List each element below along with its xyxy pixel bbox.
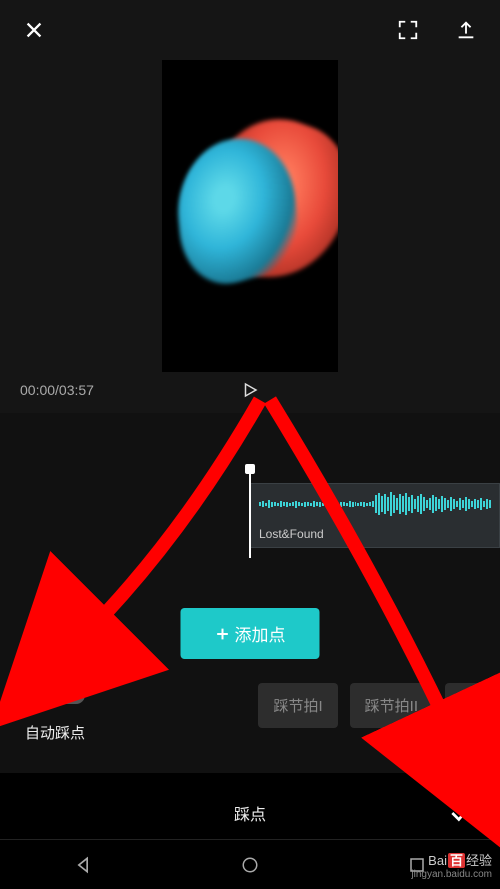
waveform [259, 490, 491, 518]
back-nav-icon[interactable] [69, 851, 97, 879]
add-point-button[interactable]: 添加点 [181, 608, 320, 659]
beat-option-3[interactable]: 踩 [445, 683, 485, 728]
panel-title: 踩点 [234, 801, 266, 825]
auto-beat-label: 自动踩点 [25, 722, 85, 743]
beat-option-2[interactable]: 踩节拍II [350, 683, 433, 728]
preview-area: 00:00/03:57 [0, 60, 500, 413]
audio-track[interactable]: Lost&Found [250, 483, 500, 548]
watermark: Bai百经验 jingyan.baidu.com [411, 853, 492, 881]
bottom-bar: 踩点 [0, 787, 500, 839]
plus-icon [215, 626, 231, 642]
export-icon[interactable] [452, 16, 480, 44]
fullscreen-icon[interactable] [394, 16, 422, 44]
toggle-knob [23, 679, 55, 711]
track-name: Lost&Found [259, 527, 491, 541]
close-button[interactable] [20, 16, 48, 44]
auto-beat-toggle[interactable] [25, 686, 85, 704]
time-display: 00:00/03:57 [20, 382, 94, 398]
timeline-panel: Lost&Found 添加点 自动踩点 踩节拍I 踩节拍II 踩 [0, 413, 500, 773]
playhead[interactable] [249, 468, 251, 558]
video-preview[interactable] [162, 60, 338, 372]
add-point-label: 添加点 [235, 621, 286, 646]
confirm-button[interactable] [447, 799, 475, 827]
home-nav-icon[interactable] [236, 851, 264, 879]
play-button[interactable] [236, 376, 264, 404]
beat-option-1[interactable]: 踩节拍I [258, 683, 337, 728]
